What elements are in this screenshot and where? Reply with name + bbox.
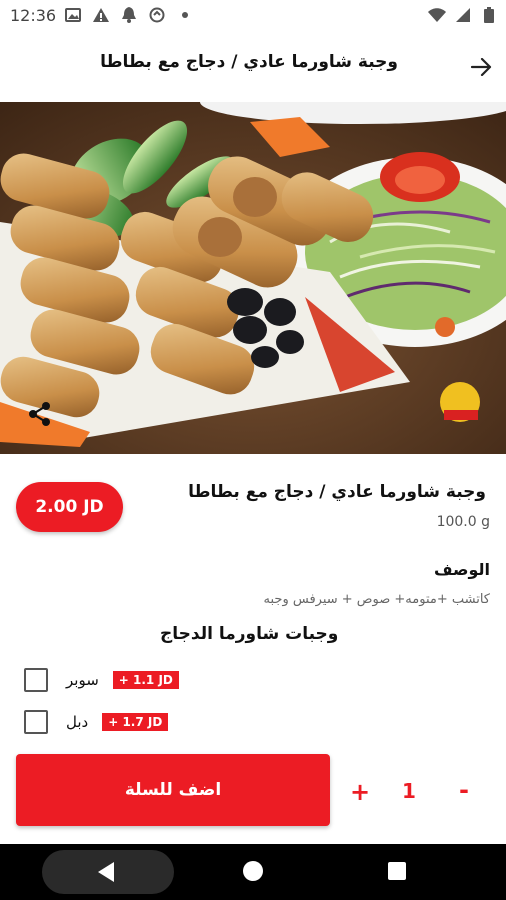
back-button[interactable] <box>466 52 496 82</box>
share-icon <box>29 402 50 426</box>
checkbox-double[interactable] <box>24 710 48 734</box>
quantity-decrease-button[interactable]: - <box>454 776 474 804</box>
dot-icon <box>176 6 194 24</box>
wifi-icon <box>428 6 446 24</box>
addon-group-title: وجبات شاورما الدجاج <box>160 624 339 644</box>
addon-option-label: سوبر <box>66 671 99 689</box>
arrow-back-icon <box>470 58 492 76</box>
nav-home-icon[interactable] <box>243 861 263 881</box>
share-button[interactable] <box>26 400 54 428</box>
checkbox-super[interactable] <box>24 668 48 692</box>
add-to-cart-button[interactable]: اضف للسلة <box>16 754 330 826</box>
shawarma-photo <box>0 102 506 454</box>
addon-option-price: + 1.1 JD <box>112 671 179 689</box>
description-text: كاتشب +متومه+ صوص + سيرفس وجبه <box>263 592 490 607</box>
status-bar: 12:36 <box>0 0 506 32</box>
nav-back-icon[interactable] <box>96 861 116 883</box>
status-time: 12:36 <box>10 6 57 25</box>
status-icons-left <box>64 6 194 24</box>
product-image <box>0 102 506 454</box>
battery-icon <box>480 6 498 24</box>
product-weight: 100.0 g <box>436 514 490 530</box>
signal-icon <box>454 6 472 24</box>
quantity-value: 1 <box>402 779 416 803</box>
gallery-icon <box>64 6 82 24</box>
description-label: الوصف <box>433 560 490 579</box>
addon-option-label: دبل <box>66 713 89 731</box>
warning-icon <box>92 6 110 24</box>
status-icons-right <box>428 6 498 24</box>
page-title: وجبة شاورما عادي / دجاج مع بطاطا <box>100 52 398 72</box>
price-badge: 2.00 JD <box>16 482 123 532</box>
system-nav-bar <box>0 844 506 900</box>
notification-bell-icon <box>120 6 138 24</box>
nav-recents-icon[interactable] <box>388 862 406 880</box>
product-name: وجبة شاورما عادي / دجاج مع بطاطا <box>188 482 486 502</box>
addon-option-price: + 1.7 JD <box>102 713 169 731</box>
app-bar: وجبة شاورما عادي / دجاج مع بطاطا <box>0 32 506 102</box>
quantity-increase-button[interactable]: + <box>350 778 370 806</box>
sync-icon <box>148 6 166 24</box>
addon-option-super[interactable]: سوبر + 1.1 JD <box>24 668 179 692</box>
addon-option-double[interactable]: دبل + 1.7 JD <box>24 710 169 734</box>
